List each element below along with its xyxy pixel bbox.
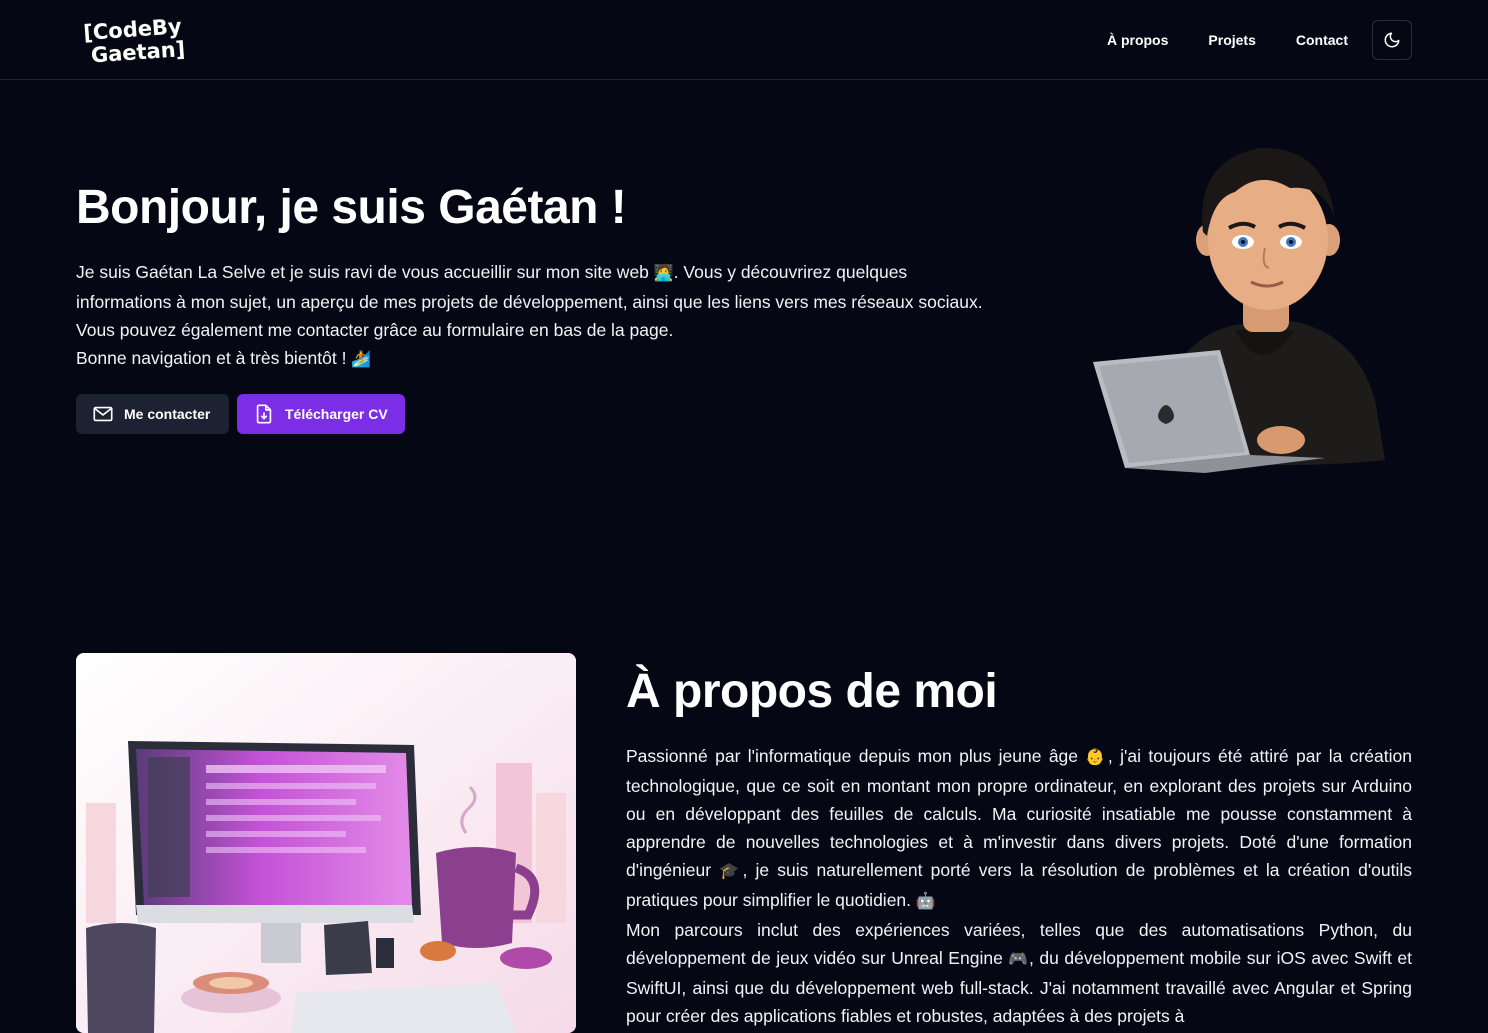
site-logo[interactable]: [CodeBy Gaetan] xyxy=(80,12,202,68)
hero-intro: Je suis Gaétan La Selve et je suis ravi … xyxy=(76,258,1006,374)
theme-toggle-button[interactable] xyxy=(1372,20,1412,60)
hero-title: Bonjour, je suis Gaétan ! xyxy=(76,181,627,234)
about-title: À propos de moi xyxy=(626,665,998,718)
hero-paragraph-2: Bonne navigation et à très bientôt ! 🏄 xyxy=(76,348,372,368)
baby-emoji: 👶 xyxy=(1085,749,1108,766)
robot-emoji: 🤖 xyxy=(915,893,936,910)
moon-icon xyxy=(1384,32,1400,48)
contact-me-button[interactable]: Me contacter xyxy=(76,394,229,434)
nav-link-contact[interactable]: Contact xyxy=(1296,32,1348,48)
nav-link-about[interactable]: À propos xyxy=(1107,32,1168,48)
hero-actions: Me contacter Télécharger CV xyxy=(76,394,405,434)
avatar-illustration xyxy=(1093,147,1385,473)
surfer-emoji: 🏄 xyxy=(351,351,372,368)
game-controller-emoji: 🎮 xyxy=(1008,951,1029,968)
nav-link-projects[interactable]: Projets xyxy=(1208,32,1255,48)
about-paragraph-2: Mon parcours inclut des expériences vari… xyxy=(626,920,1412,1026)
contact-me-label: Me contacter xyxy=(124,406,211,422)
about-text: Passionné par l'informatique depuis mon … xyxy=(626,742,1412,1030)
hero-paragraph-1: Je suis Gaétan La Selve et je suis ravi … xyxy=(76,262,983,340)
site-header: [CodeBy Gaetan] À propos Projets Contact xyxy=(0,0,1488,80)
graduation-cap-emoji: 🎓 xyxy=(719,863,743,880)
about-paragraph-1: Passionné par l'informatique depuis mon … xyxy=(626,746,1413,910)
main-nav: À propos Projets Contact xyxy=(1107,20,1412,60)
download-cv-button[interactable]: Télécharger CV xyxy=(237,394,405,434)
technologist-emoji: 🧑‍💻 xyxy=(653,265,674,282)
about-illustration xyxy=(76,653,576,1033)
download-cv-label: Télécharger CV xyxy=(285,406,388,422)
file-download-icon xyxy=(253,403,275,425)
mail-icon xyxy=(92,403,114,425)
